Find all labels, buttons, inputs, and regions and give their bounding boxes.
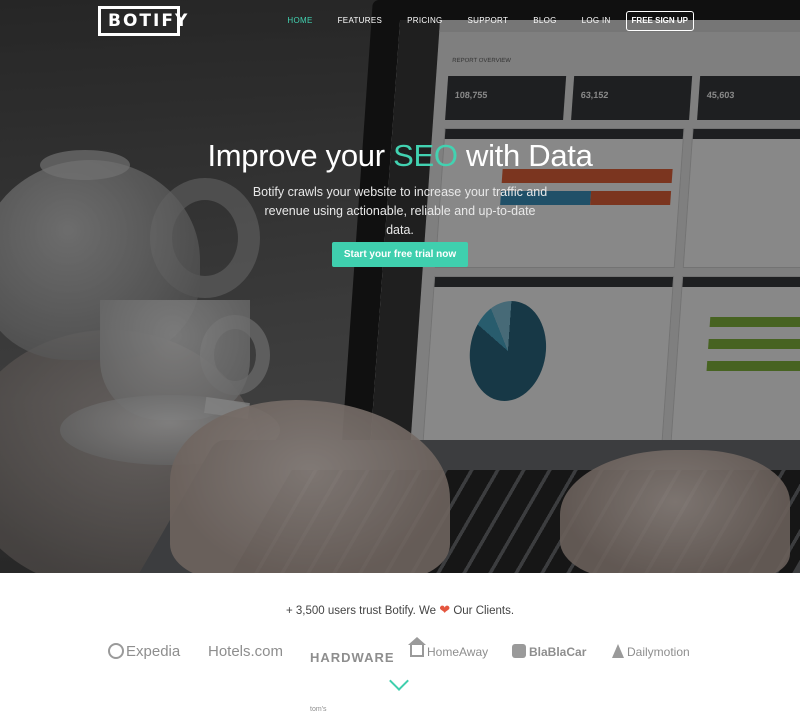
free-signup-button[interactable]: FREE SIGN UP	[625, 11, 694, 31]
chevron-down-icon[interactable]	[389, 671, 409, 691]
nav-pricing[interactable]: PRICING	[407, 11, 442, 31]
heart-icon: ❤	[439, 602, 451, 617]
nav-home[interactable]: HOME	[287, 11, 312, 31]
globe-icon	[108, 643, 124, 659]
top-nav: BOTIFY HOME FEATURES PRICING SUPPORT BLO…	[0, 0, 800, 42]
nav-features[interactable]: FEATURES	[338, 11, 382, 31]
hero-title: Improve your SEO with Data	[0, 138, 800, 174]
triangle-icon	[612, 644, 624, 658]
client-logo-toms-hardware: HARDWARE	[310, 650, 395, 665]
client-logo-hotels: Hotels.com	[208, 643, 284, 660]
client-name: Dailymotion	[627, 645, 690, 659]
botify-logo[interactable]: BOTIFY	[98, 6, 187, 36]
client-name: HomeAway	[427, 645, 489, 659]
start-trial-button[interactable]: Start your free trial now	[332, 242, 468, 267]
client-logo-homeaway: HomeAway	[408, 637, 489, 664]
client-name: Expedia	[126, 643, 181, 660]
trust-section: + 3,500 users trust Botify. We ❤ Our Cli…	[0, 573, 800, 713]
trust-suffix: Our Clients.	[450, 605, 515, 617]
hero-title-suffix: with Data	[457, 138, 593, 173]
client-logos: Expedia Hotels.com tom's HARDWARE HomeAw…	[0, 637, 800, 713]
trust-statement: + 3,500 users trust Botify. We ❤ Our Cli…	[0, 602, 800, 618]
hero-subtitle: Botify crawls your website to increase y…	[252, 185, 548, 237]
hero-section: REPORT OVERVIEW 108,755 63,152 45,603 BO…	[0, 0, 800, 573]
hero-overlay	[0, 0, 800, 573]
nav-blog[interactable]: BLOG	[533, 11, 556, 31]
nav-login[interactable]: LOG IN	[582, 11, 611, 31]
hero-title-prefix: Improve your	[207, 138, 394, 173]
nav-links: HOME FEATURES PRICING SUPPORT BLOG LOG I…	[262, 11, 694, 31]
client-logo-dailymotion: Dailymotion	[612, 640, 690, 664]
house-icon	[408, 637, 426, 657]
client-logo-toms-top: tom's	[310, 706, 327, 713]
robot-icon	[512, 644, 526, 658]
client-logo-expedia: Expedia	[108, 640, 180, 664]
nav-support[interactable]: SUPPORT	[468, 11, 509, 31]
client-logo-blablacar: BlaBlaCar	[512, 640, 586, 664]
client-name: BlaBlaCar	[529, 645, 587, 659]
hero-title-accent: SEO	[393, 138, 458, 173]
trust-prefix: + 3,500 users trust Botify. We	[285, 605, 440, 617]
